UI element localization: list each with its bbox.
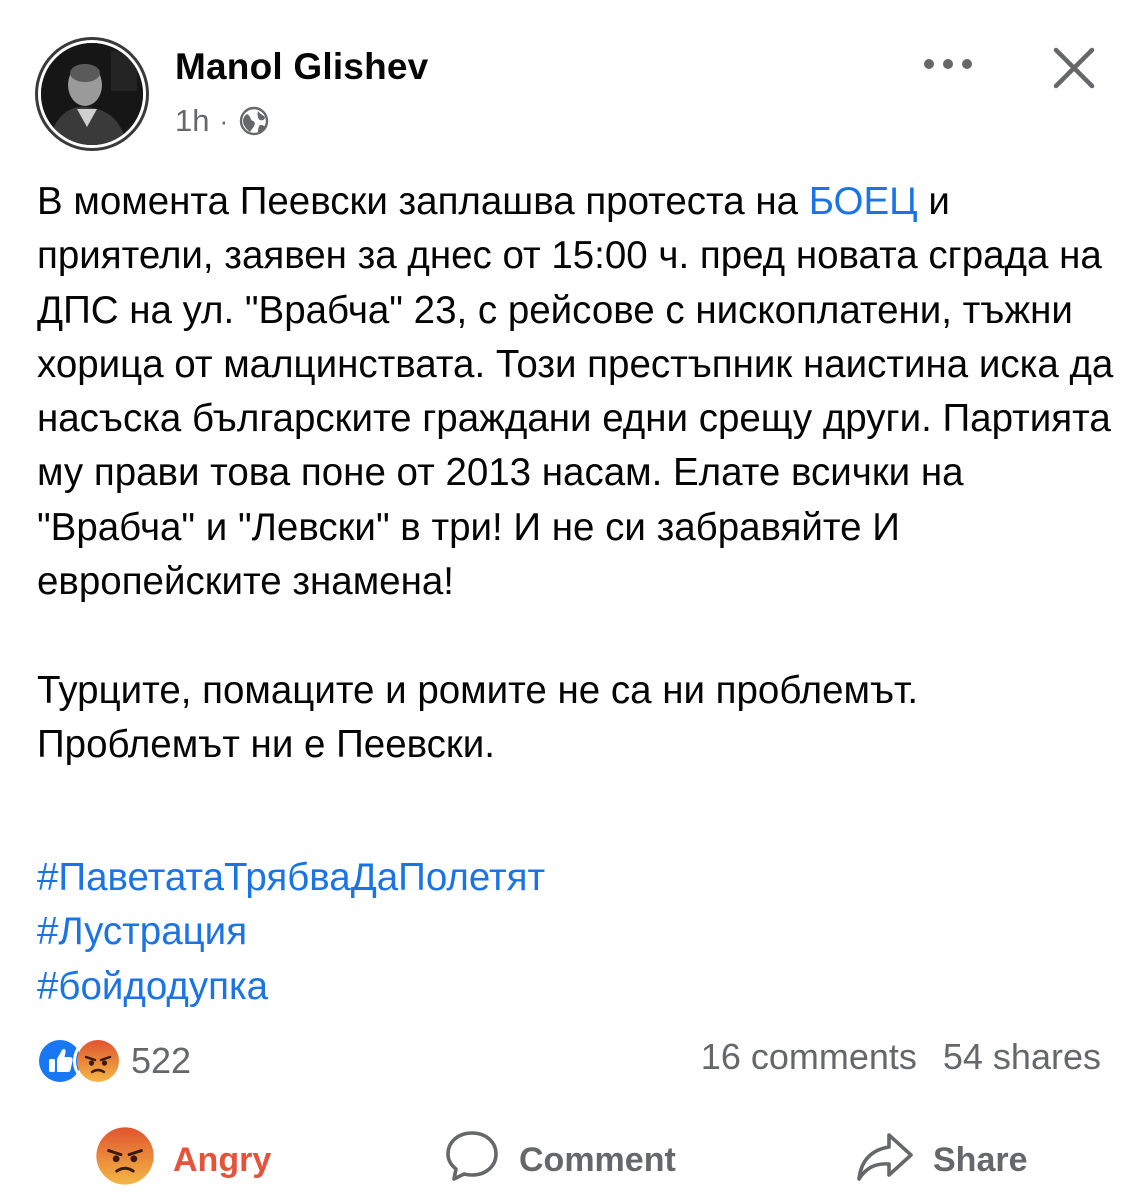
post-time[interactable]: 1h [175,103,209,139]
post-paragraph-1: В момента Пеевски заплашва протеста на Б… [37,175,1117,609]
post-stats: 16 comments 54 shares [701,1036,1101,1078]
more-icon [923,57,973,75]
close-icon [1052,46,1096,95]
share-button[interactable]: Share [855,1128,1028,1192]
hashtag-link[interactable]: #Лустрация [37,905,545,959]
text-after-link: и приятели, заявен за днес от 15:00 ч. п… [37,180,1114,604]
meta-separator: · [219,105,229,136]
comments-count[interactable]: 16 comments [701,1036,917,1078]
more-options-button[interactable] [918,44,978,88]
author-name[interactable]: Manol Glishev [175,46,428,88]
share-label: Share [933,1140,1028,1179]
reaction-summary[interactable]: 522 [35,1036,191,1086]
angry-reaction-button[interactable]: Angry [95,1126,272,1195]
action-bar: Angry Comment Share [0,1126,1138,1195]
post-paragraph-2: Турците, помаците и ромите не са ни проб… [37,668,919,766]
reaction-count: 522 [131,1040,192,1081]
angry-reaction-icon [73,1036,123,1086]
comment-label: Comment [519,1140,676,1179]
comment-icon [443,1127,501,1194]
angry-label: Angry [173,1140,272,1179]
post-text: В момента Пеевски заплашва протеста на Б… [37,175,1117,772]
share-icon [855,1127,915,1194]
hashtag-link[interactable]: #бойдодупка [37,960,545,1014]
facebook-post: Manol Glishev 1h · В момента Пеевски зап… [0,0,1138,1200]
comment-button[interactable]: Comment [443,1128,676,1192]
globe-icon [238,105,270,137]
hashtag-list: #ПаветатаТрябваДаПолетят #Лустрация #бой… [37,851,545,1014]
close-button[interactable] [1048,44,1100,96]
mention-link[interactable]: БОЕЦ [809,180,918,223]
post-meta: 1h · [175,103,270,139]
avatar[interactable] [35,37,149,151]
shares-count[interactable]: 54 shares [943,1036,1101,1078]
avatar-photo [41,43,143,145]
angry-reaction-icon [95,1126,155,1195]
hashtag-link[interactable]: #ПаветатаТрябваДаПолетят [37,851,545,905]
text-before-link: В момента Пеевски заплашва протеста на [37,180,809,223]
